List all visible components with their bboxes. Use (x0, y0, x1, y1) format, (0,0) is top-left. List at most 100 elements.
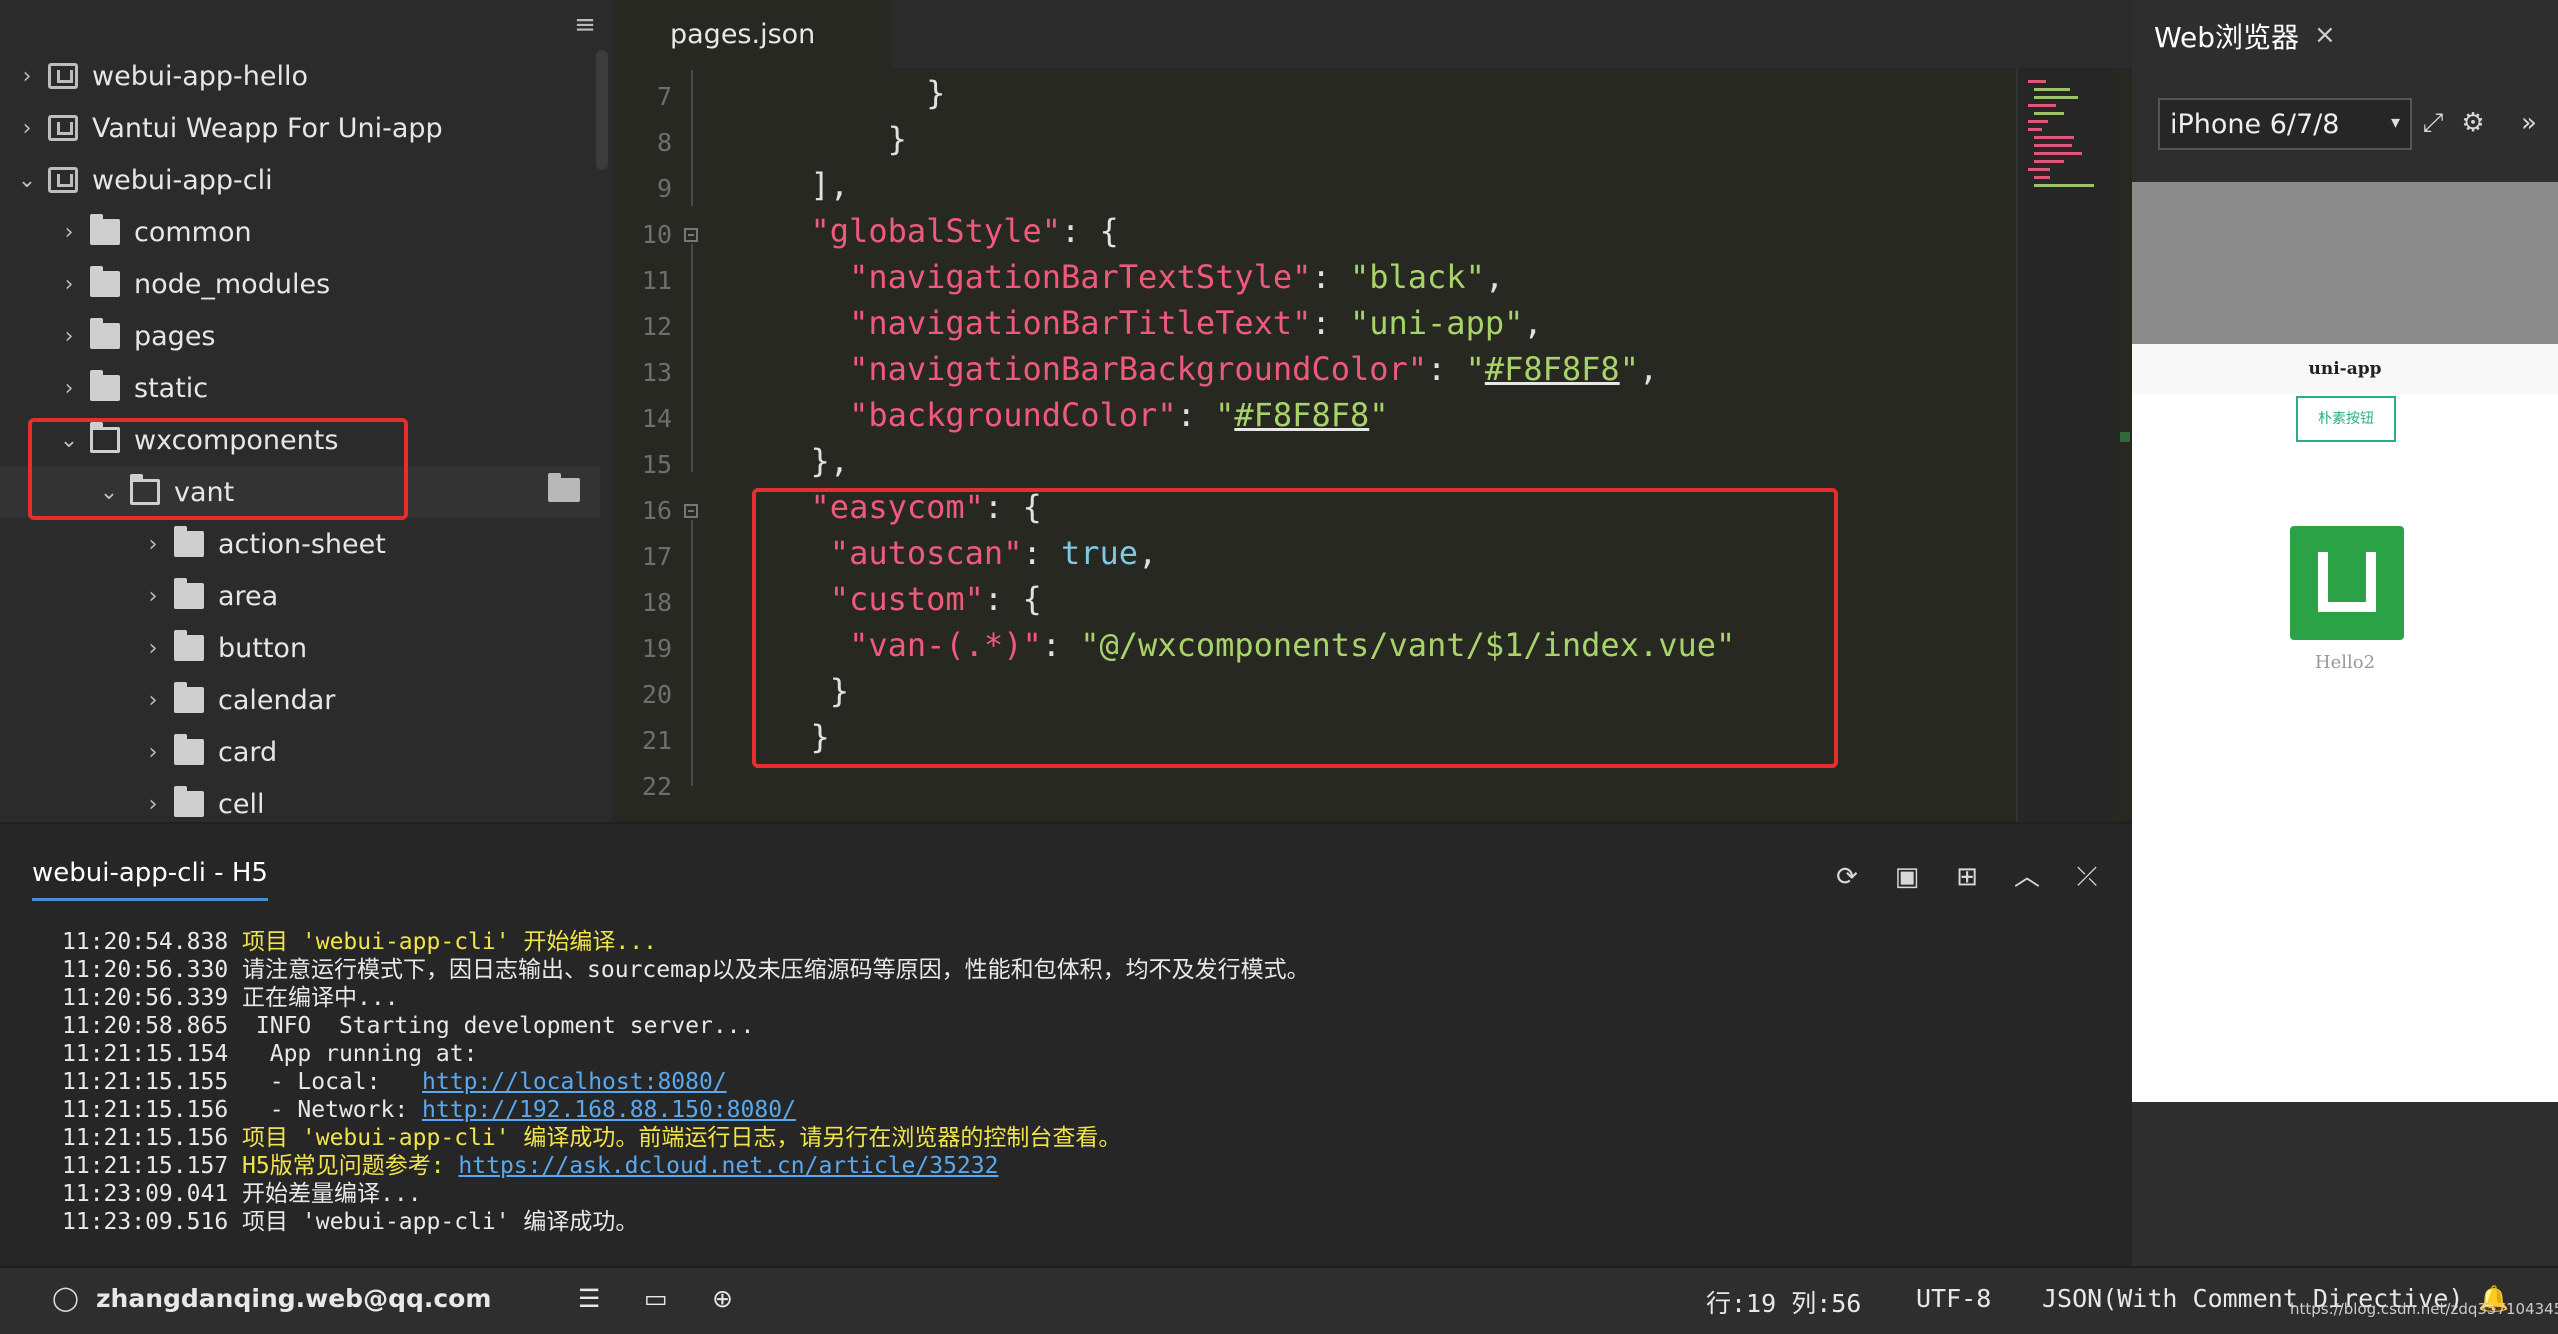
line-number: 18 (641, 588, 672, 617)
fold-toggle-icon[interactable] (684, 504, 698, 518)
line-number: 13 (641, 358, 672, 387)
code-line-13[interactable]: "navigationBarBackgroundColor": "#F8F8F8… (772, 350, 1658, 388)
uni-app-logo-icon (2290, 526, 2404, 640)
line-number: 7 (656, 82, 672, 111)
log-line: 11:21:15.155 - Local: http://localhost:8… (62, 1069, 727, 1095)
log-line: 11:20:58.865 INFO Starting development s… (62, 1013, 755, 1039)
fold-toggle-icon[interactable] (684, 228, 698, 242)
project-icon (48, 115, 78, 141)
chevron-right-icon: › (64, 323, 74, 349)
code-line-8[interactable]: } (772, 120, 907, 158)
tree-label: common (134, 216, 252, 248)
chevron-down-icon: ⌄ (17, 167, 37, 193)
close-icon[interactable]: × (2314, 20, 2336, 50)
code-line-10[interactable]: "globalStyle": { (772, 212, 1119, 250)
restart-icon[interactable]: ⟳ (1830, 860, 1864, 894)
folder-icon (174, 734, 204, 765)
folder-icon (548, 473, 580, 502)
chevron-right-icon: › (148, 583, 158, 609)
chevron-right-icon: › (64, 375, 74, 401)
code-line-9[interactable]: ], (772, 166, 850, 204)
code-line-14[interactable]: "backgroundColor": "#F8F8F8" (772, 396, 1388, 434)
chevron-right-icon: › (22, 115, 32, 141)
faq-url-link[interactable]: https://ask.dcloud.net.cn/article/35232 (458, 1153, 998, 1179)
minimap-marker (2120, 432, 2130, 442)
user-account[interactable]: zhangdanqing.web@qq.com (96, 1284, 491, 1313)
line-number: 11 (641, 266, 672, 295)
local-url-link[interactable]: http://localhost:8080/ (422, 1069, 727, 1095)
code-line-7[interactable]: } (772, 74, 945, 112)
expand-right-icon[interactable]: » (2514, 108, 2544, 138)
tree-label: calendar (218, 684, 336, 716)
folder-icon (90, 214, 120, 245)
log-line: 11:23:09.041 开始差量编译... (62, 1181, 422, 1207)
folder-icon (174, 786, 204, 817)
log-line: 11:23:09.516 项目 'webui-app-cli' 编译成功。 (62, 1209, 639, 1235)
log-line: 11:21:15.156 项目 'webui-app-cli' 编译成功。前端运… (62, 1125, 1122, 1151)
caret-down-icon: ▾ (2390, 112, 2400, 133)
log-line: 11:21:15.156 - Network: http://192.168.8… (62, 1097, 796, 1123)
log-line: 11:21:15.157 H5版常见问题参考: https://ask.dclo… (62, 1153, 999, 1179)
clear-scroll-icon[interactable]: ⤫ (2070, 860, 2104, 894)
console-panel: webui-app-cli - H5 ⟳ ▣ ⊞ ︿ ⤫ 11:20:54.83… (0, 822, 2132, 1268)
fold-guide (691, 244, 693, 472)
folder-icon (174, 526, 204, 557)
line-number: 15 (641, 450, 672, 479)
highlight-box-easycom (752, 488, 1838, 768)
chevron-right-icon: › (148, 531, 158, 557)
watermark-text: https://blog.csdn.net/zdq357104345 (2290, 1300, 2558, 1318)
device-simulator: uni-app 朴素按钮 Hello2 (2132, 182, 2558, 1102)
cursor-position[interactable]: 行:19 列:56 (1706, 1284, 1861, 1320)
tab-pages-json[interactable]: pages.json (612, 0, 892, 68)
tree-folder-common[interactable]: › common (0, 206, 600, 258)
tree-label: static (134, 372, 209, 404)
outline-icon[interactable]: ☰ (578, 1284, 600, 1313)
console-tab[interactable]: webui-app-cli - H5 (32, 858, 268, 901)
globe-icon[interactable]: ⊕ (712, 1284, 733, 1313)
code-line-11[interactable]: "navigationBarTextStyle": "black", (772, 258, 1504, 296)
tree-folder-button[interactable]: › button (0, 622, 600, 674)
stop-icon[interactable]: ▣ (1890, 860, 1924, 894)
file-encoding[interactable]: UTF-8 (1916, 1284, 1991, 1313)
add-console-icon[interactable]: ⊞ (1950, 860, 1984, 894)
user-avatar-icon[interactable]: ◯ (52, 1284, 79, 1312)
network-url-link[interactable]: http://192.168.88.150:8080/ (422, 1097, 796, 1123)
tree-label: Vantui Weapp For Uni-app (92, 112, 443, 144)
chevron-right-icon: › (64, 271, 74, 297)
tree-folder-action-sheet[interactable]: › action-sheet (0, 518, 600, 570)
tree-folder-node-modules[interactable]: › node_modules (0, 258, 600, 310)
simulated-plain-button[interactable]: 朴素按钮 (2296, 396, 2396, 442)
tree-folder-pages[interactable]: › pages (0, 310, 600, 362)
line-number: 22 (641, 772, 672, 801)
project-explorer: ≡ › webui-app-hello › Vantui Weapp For U… (0, 0, 612, 822)
web-browser-panel: Web浏览器 × iPhone 6/7/8 ▾ ⤢ ⚙ » uni-app 朴素… (2132, 0, 2558, 1266)
project-icon (48, 167, 78, 193)
tree-folder-area[interactable]: › area (0, 570, 600, 622)
device-select[interactable]: iPhone 6/7/8 ▾ (2158, 98, 2412, 150)
project-icon (48, 63, 78, 89)
code-line-15[interactable]: }, (772, 442, 850, 480)
tree-label: action-sheet (218, 528, 386, 560)
minimap[interactable] (2016, 68, 2114, 822)
chevron-right-icon: › (64, 219, 74, 245)
editor-tabbar: pages.json (612, 0, 2132, 68)
tree-folder-card[interactable]: › card (0, 726, 600, 778)
tree-folder-static[interactable]: › static (0, 362, 600, 414)
rotate-icon[interactable]: ⤢ (2418, 108, 2448, 138)
tree-project-vantui[interactable]: › Vantui Weapp For Uni-app (0, 102, 600, 154)
folder-icon (90, 370, 120, 401)
code-line-12[interactable]: "navigationBarTitleText": "uni-app", (772, 304, 1543, 342)
log-line: 11:20:56.339 正在编译中... (62, 985, 399, 1011)
fold-guide (691, 70, 693, 206)
tree-folder-calendar[interactable]: › calendar (0, 674, 600, 726)
line-number: 12 (641, 312, 672, 341)
line-number: 19 (641, 634, 672, 663)
gear-icon[interactable]: ⚙ (2458, 108, 2488, 138)
collapse-up-icon[interactable]: ︿ (2010, 860, 2044, 894)
tree-project-webui-app-hello[interactable]: › webui-app-hello (0, 50, 600, 102)
terminal-icon[interactable]: ▭ (644, 1284, 668, 1313)
hamburger-icon[interactable]: ≡ (572, 12, 598, 38)
tree-project-webui-app-cli[interactable]: ⌄ webui-app-cli (0, 154, 600, 206)
log-line: 11:21:15.154 App running at: (62, 1041, 478, 1067)
folder-icon (90, 318, 120, 349)
